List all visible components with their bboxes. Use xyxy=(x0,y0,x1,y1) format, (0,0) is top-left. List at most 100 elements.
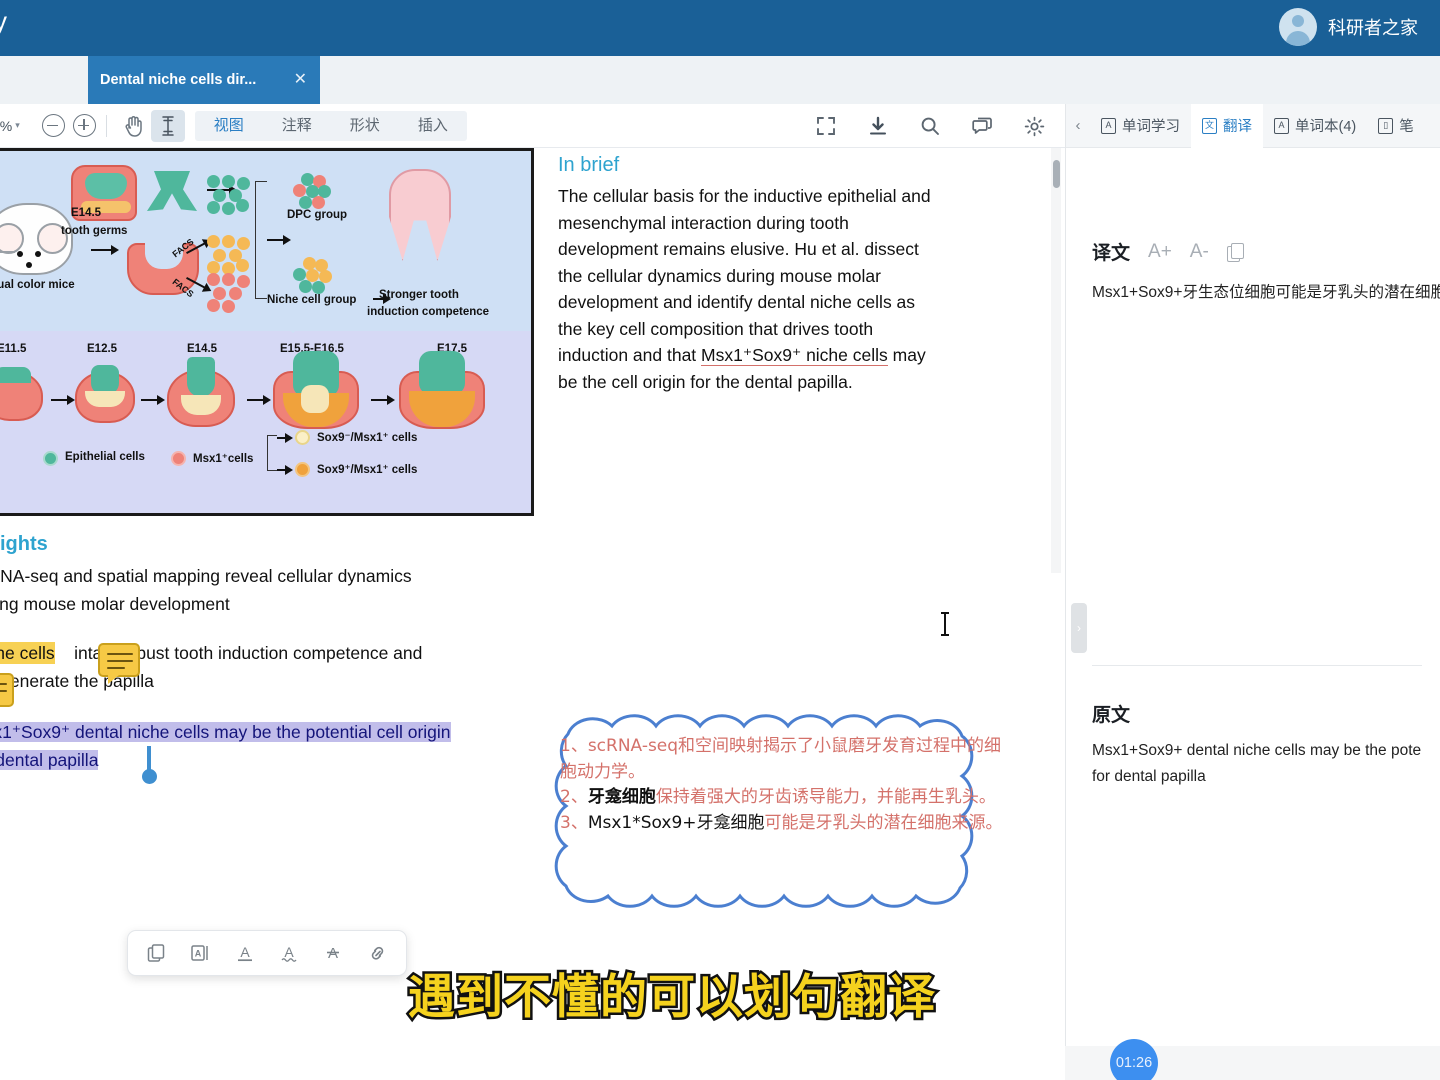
translate-box-icon: 文 xyxy=(1202,117,1217,134)
ga-legend-arrow-2 xyxy=(277,465,293,475)
ga-arrow-down-1 xyxy=(91,245,119,255)
tab-notes[interactable]: ▯ 笔 xyxy=(1367,104,1425,148)
ga-label-e145: E14.5 xyxy=(71,207,102,219)
hand-icon[interactable] xyxy=(117,110,151,142)
copy-icon[interactable] xyxy=(139,936,173,970)
selection-end-handle[interactable] xyxy=(142,769,157,784)
ga-stage-label-0: E11.5 xyxy=(0,343,27,355)
menu-item-view[interactable]: 视图 xyxy=(195,111,263,141)
ga-label-niche-cell-group: Niche cell group xyxy=(267,294,357,306)
cloud-line1-number: 1、 xyxy=(560,736,588,756)
notebook-icon: ▯ xyxy=(1378,117,1394,134)
comment-icon[interactable] xyxy=(965,110,999,142)
tab-label: Dental niche cells dir... xyxy=(100,72,257,88)
selected-text-line1[interactable]: Msx1⁺Sox9⁺ dental niche cells may be the… xyxy=(0,722,451,742)
ga-bracket xyxy=(255,181,267,299)
in-brief-section: In brief The cellular basis for the indu… xyxy=(558,154,938,395)
translation-header: 译文 A+ A- xyxy=(1092,238,1244,265)
menu-item-shape[interactable]: 形状 xyxy=(331,111,399,141)
pdf-toolbar-right-tools xyxy=(809,104,1051,148)
tab-notes-label: 笔 xyxy=(1399,119,1414,135)
cloud-line2-bold: 牙龛细胞 xyxy=(587,787,656,807)
cloud-annotation[interactable]: 1、scRNA-seq和空间映射揭示了小鼠磨牙发育过程中的细胞动力学。 2、牙龛… xyxy=(538,704,1032,916)
highlight-item-1-line2: during mouse molar development xyxy=(0,593,230,614)
highlight-item-2-line2: n regenerate the papilla xyxy=(0,670,154,691)
ga-stage-arrow-0 xyxy=(51,395,75,405)
highlights-heading: ghlights xyxy=(0,533,48,555)
highlight-item-3[interactable]: Msx1⁺Sox9⁺ dental niche cells may be the… xyxy=(0,719,570,784)
ga-legend-label-epithelial: Epithelial cells xyxy=(65,451,145,463)
tab-word-study[interactable]: A 单词学习 xyxy=(1090,104,1191,148)
source-header: 原文 xyxy=(1092,700,1130,727)
plus-circle-icon[interactable] xyxy=(72,114,96,137)
user-avatar-icon xyxy=(1279,8,1317,46)
note-bubble-icon[interactable] xyxy=(0,673,14,707)
chevron-right-icon[interactable]: › xyxy=(1071,603,1087,653)
pdf-toolbar: 9% ▾ 视图 注释 形状 插入 xyxy=(0,104,1065,148)
source-text-line1: Msx1+Sox9+ dental niche cells may be the… xyxy=(1092,742,1422,759)
ga-stage-label-2: E14.5 xyxy=(187,343,218,355)
chevron-left-icon[interactable]: ‹ xyxy=(1066,117,1090,134)
text-select-icon[interactable] xyxy=(150,109,185,142)
font-increase-button[interactable]: A+ xyxy=(1148,241,1172,263)
highlight-annotation-niche-cells[interactable]: Niche cells xyxy=(0,642,55,664)
ga-legend-label-sox9pos: Sox9⁺/Msx1⁺ cells xyxy=(317,464,418,476)
download-icon[interactable] xyxy=(861,110,895,142)
ga-label-result-2: induction competence xyxy=(367,306,490,318)
ga-stage-label-1: E12.5 xyxy=(87,343,118,355)
letter-a-box-icon: A xyxy=(1101,117,1116,134)
wavy-underline-icon[interactable]: A xyxy=(272,936,306,970)
cloud-line2-number: 2、 xyxy=(560,787,588,807)
pdf-scrollbar-thumb[interactable] xyxy=(1053,160,1060,188)
close-icon[interactable]: ✕ xyxy=(294,72,307,88)
menu-item-annotate[interactable]: 注释 xyxy=(263,111,331,141)
minus-circle-icon[interactable] xyxy=(41,114,65,137)
selected-text-line2[interactable]: for dental papilla xyxy=(0,749,99,770)
ga-legend-bracket xyxy=(267,435,277,471)
zoom-level-selector[interactable]: 9% ▾ xyxy=(0,118,20,134)
link-icon[interactable] xyxy=(361,936,395,970)
source-text: Msx1+Sox9+ dental niche cells may be the… xyxy=(1092,738,1440,790)
strikethrough-icon[interactable]: A xyxy=(316,936,350,970)
ga-stage-arrow-1 xyxy=(141,395,165,405)
tab-word-study-label: 单词学习 xyxy=(1122,119,1180,135)
in-brief-underlined-term: Msx1⁺Sox9⁺ niche cells xyxy=(701,345,888,366)
highlight-item-2: Niche cells intain robust tooth inductio… xyxy=(0,640,570,707)
menu-item-insert[interactable]: 插入 xyxy=(399,111,467,141)
tab-strip-left-space xyxy=(0,56,88,104)
right-panel-tabs: ‹ A 单词学习 文 翻译 A 单词本(4) ▯ 笔 xyxy=(1066,103,1440,148)
right-panel-body: 译文 A+ A- Msx1+Sox9+牙生态位细胞可能是牙乳头的潜在细胞 原文 … xyxy=(1066,148,1440,1080)
svg-text:A: A xyxy=(284,944,294,960)
pdf-scrollbar-track[interactable] xyxy=(1051,148,1061,573)
copy-icon[interactable] xyxy=(1226,242,1244,262)
highlight-item-1-line1: scRNA-seq and spatial mapping reveal cel… xyxy=(0,566,412,586)
session-timer[interactable]: 01:26 xyxy=(1110,1039,1158,1080)
brand-logo-text: y xyxy=(0,6,8,36)
selection-format-toolbar[interactable]: A A A A xyxy=(127,930,407,976)
pdf-document-viewport[interactable]: Dual color mice E14.5 tooth germs FACS F… xyxy=(0,148,1065,1080)
font-decrease-button[interactable]: A- xyxy=(1190,241,1209,263)
translation-text: Msx1+Sox9+牙生态位细胞可能是牙乳头的潜在细胞 xyxy=(1092,284,1440,301)
tab-dental-niche-cells[interactable]: Dental niche cells dir... ✕ xyxy=(88,56,320,104)
right-side-panel: ‹ A 单词学习 文 翻译 A 单词本(4) ▯ 笔 译文 A+ A- Msx1… xyxy=(1065,103,1440,1080)
ga-arrow-2 xyxy=(267,235,291,245)
user-name-label: 科研者之家 xyxy=(1328,18,1418,38)
cloud-line3-text: 可能是牙乳头的潜在细胞来源。 xyxy=(764,812,1003,833)
fullscreen-icon[interactable] xyxy=(809,110,843,142)
in-brief-heading: In brief xyxy=(558,154,620,176)
search-icon[interactable] xyxy=(913,110,947,142)
tab-translate[interactable]: 文 翻译 xyxy=(1191,103,1263,148)
toolbar-divider xyxy=(105,114,107,137)
top-app-bar: y 科研者之家 xyxy=(0,0,1440,56)
highlights-section: ghlights scRNA-seq and spatial mapping r… xyxy=(0,533,570,784)
panel-divider xyxy=(1092,665,1422,666)
note-bubble-icon[interactable] xyxy=(98,643,140,684)
underline-icon[interactable]: A xyxy=(228,936,262,970)
gear-icon[interactable] xyxy=(1017,110,1051,142)
translate-icon[interactable]: A xyxy=(183,936,217,970)
user-account-area[interactable]: 科研者之家 xyxy=(1279,8,1418,46)
ga-label-dual-color-mice: Dual color mice xyxy=(0,279,75,291)
tab-wordbook[interactable]: A 单词本(4) xyxy=(1263,104,1367,148)
translation-title: 译文 xyxy=(1092,243,1131,264)
mouse-illustration xyxy=(0,203,73,275)
